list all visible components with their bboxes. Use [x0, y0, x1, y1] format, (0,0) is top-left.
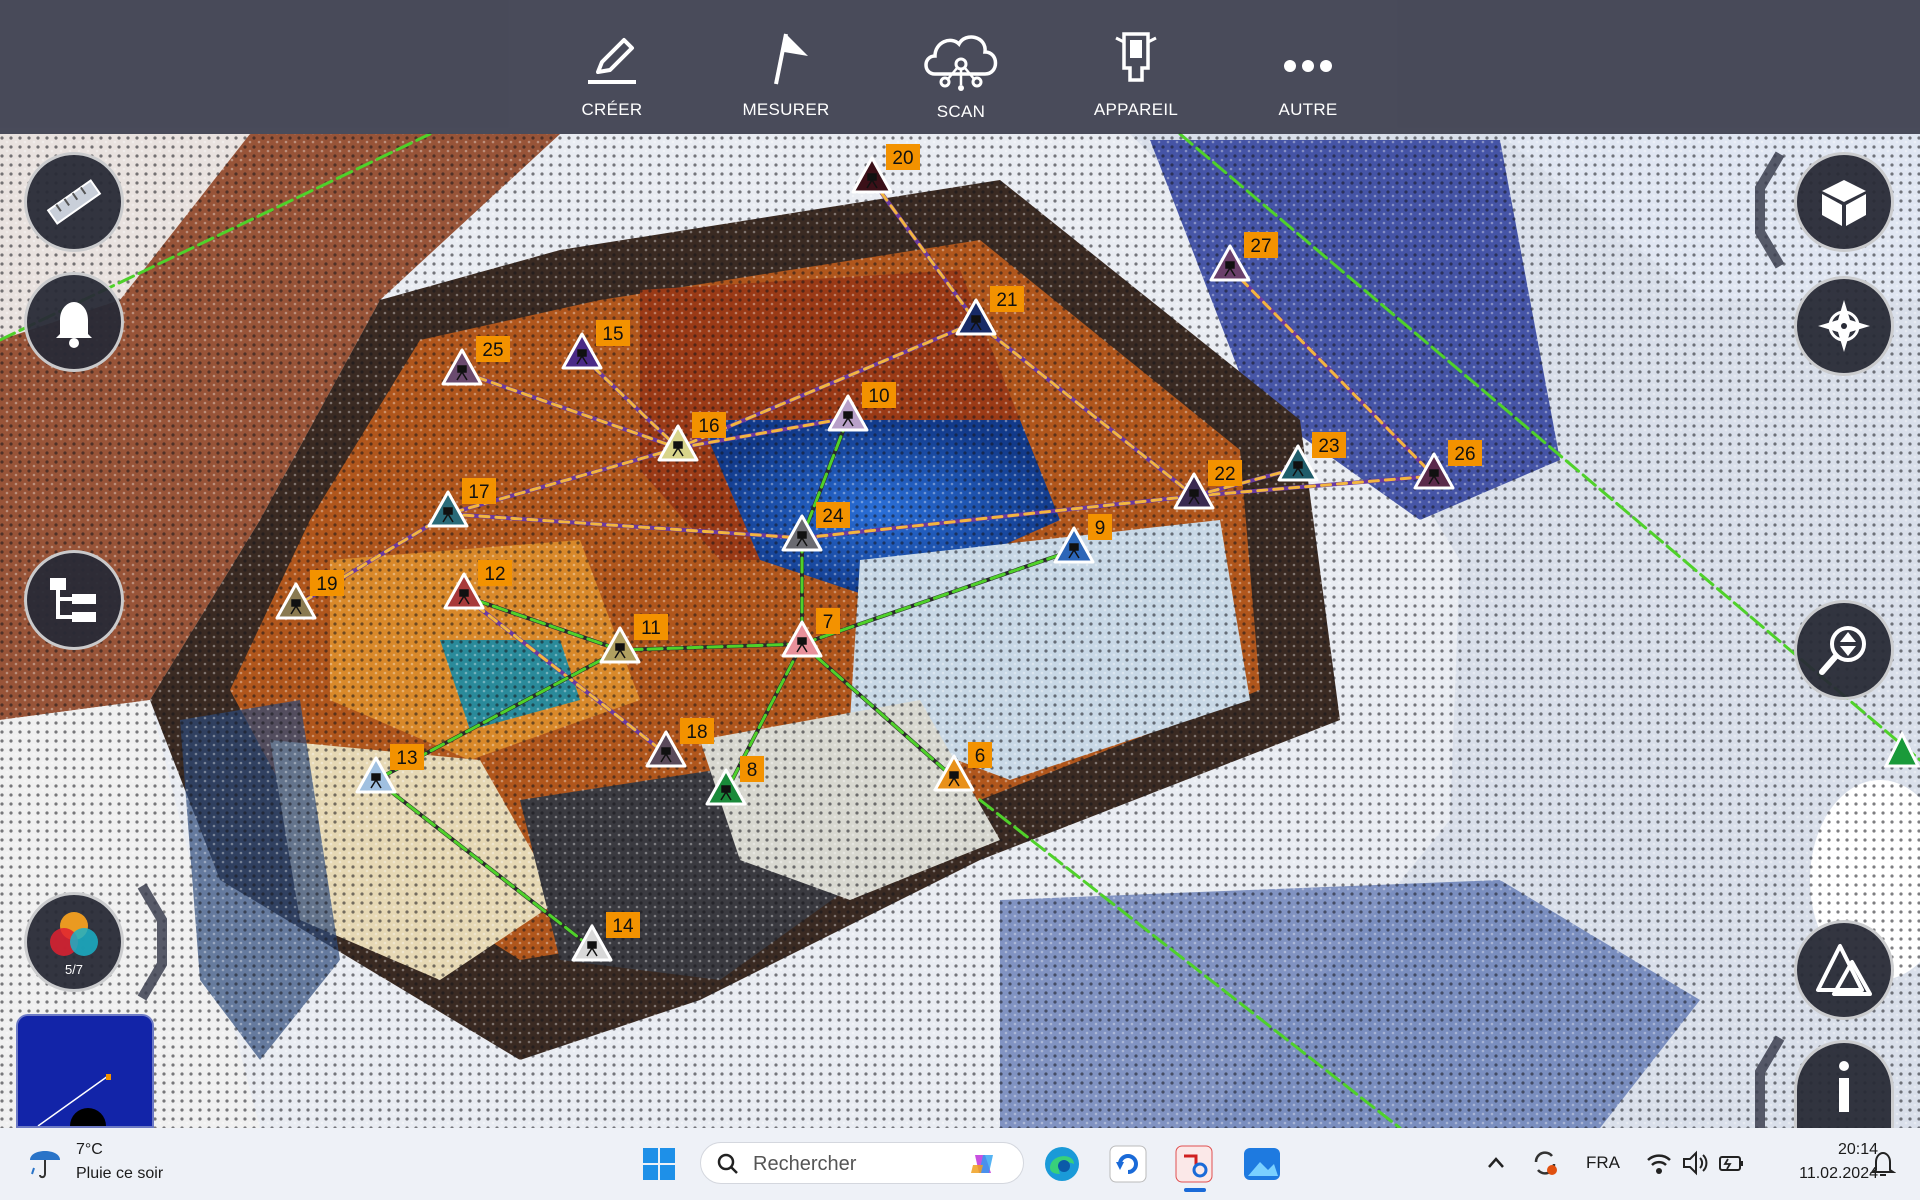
more-dots-icon [1284, 60, 1332, 72]
top-toolbar: CRÉER MESURER SCAN APPAREIL AUTRE [0, 0, 1920, 134]
flag-icon [774, 33, 808, 85]
weather-description[interactable]: Pluie ce soir [76, 1165, 163, 1183]
scan-tree-button[interactable] [24, 550, 124, 650]
create-tool-button[interactable]: CRÉER [537, 20, 687, 130]
weather-umbrella-icon [30, 1151, 60, 1179]
ruler-icon [46, 179, 102, 225]
active-app-indicator [1184, 1188, 1206, 1192]
scan-station-number: 9 [1095, 518, 1106, 539]
magnifier-icon [1819, 626, 1866, 675]
ruler-button[interactable] [24, 152, 124, 252]
scan-station-number: 17 [468, 482, 489, 503]
clock-date[interactable]: 11.02.2024 [1756, 1165, 1878, 1183]
info-icon [1839, 1060, 1849, 1112]
scan-station-number: 27 [1250, 236, 1271, 257]
wifi-icon[interactable] [1646, 1150, 1672, 1176]
notifications-button[interactable] [24, 272, 124, 372]
color-filter-button[interactable]: 5/7 [24, 892, 124, 992]
scan-station-number: 18 [686, 722, 707, 743]
scan-station-number: 21 [996, 290, 1017, 311]
measure-tool-label: MESURER [742, 100, 830, 119]
scan-station-number: 19 [316, 574, 337, 595]
bell-icon [56, 302, 92, 348]
scan-station-number: 25 [482, 340, 503, 361]
scan-station-number: 6 [975, 746, 986, 767]
scan-station-number: 8 [747, 760, 758, 781]
compass-icon [1818, 300, 1870, 352]
more-tool-button[interactable]: AUTRE [1233, 20, 1383, 130]
scan-station-number: 12 [484, 564, 505, 585]
cube-icon [1822, 180, 1866, 226]
create-tool-label: CRÉER [581, 100, 643, 119]
more-tool-label: AUTRE [1278, 100, 1338, 119]
target-triangle-icon [1816, 944, 1872, 996]
photos-app-icon[interactable] [1242, 1144, 1282, 1184]
expand-right-handle-top[interactable] [1750, 148, 1790, 272]
device-tool-label: APPAREIL [1093, 100, 1179, 119]
scan-tool-label: SCAN [936, 102, 986, 121]
scan-station-number: 10 [868, 386, 889, 407]
expand-left-handle[interactable] [132, 880, 172, 1004]
scan-station-number: 7 [823, 612, 834, 633]
scan-station-number: 14 [612, 916, 634, 937]
scan-station-number: 22 [1214, 464, 1235, 485]
scan-station-number: 11 [641, 618, 661, 639]
scan-station-number: 13 [396, 748, 417, 769]
registration-button[interactable] [1794, 920, 1894, 1020]
search-placeholder: Rechercher [753, 1153, 857, 1175]
scan-tool-button[interactable]: SCAN [886, 20, 1036, 130]
sync-app-icon[interactable] [1108, 1144, 1148, 1184]
minimap-thumbnail[interactable] [16, 1014, 154, 1128]
cloud-network-icon [924, 35, 998, 91]
notification-bell-icon[interactable] [1870, 1150, 1896, 1178]
pencil-icon [588, 38, 636, 84]
scan-station-number: 23 [1318, 436, 1339, 457]
scan-station-number: 24 [822, 506, 844, 527]
copilot-icon[interactable] [969, 1151, 999, 1177]
language-indicator[interactable]: FRA [1586, 1153, 1620, 1173]
volume-icon[interactable] [1682, 1150, 1708, 1176]
edge-browser-icon[interactable] [1042, 1144, 1082, 1184]
scan-station-number: 16 [698, 416, 719, 437]
weather-temperature[interactable]: 7°C [76, 1141, 103, 1159]
search-icon [717, 1153, 738, 1174]
view-3d-button[interactable] [1794, 152, 1894, 252]
point-cloud-viewport[interactable]: 20 21 27 15 25 16 10 23 26 22 17 24 9 19 12 11 7 18 13 8 6 14 [0, 0, 1920, 1200]
zoom-search-button[interactable] [1794, 600, 1894, 700]
scan-station-number: 20 [892, 148, 913, 169]
scan-station-number: 15 [602, 324, 623, 345]
scan-software-taskbar-icon[interactable] [1174, 1144, 1214, 1184]
tree-hierarchy-icon [50, 578, 96, 622]
scanner-device-icon [1115, 32, 1157, 82]
clock-time[interactable]: 20:14 [1778, 1141, 1878, 1159]
sync-status-icon[interactable] [1530, 1148, 1560, 1178]
chevron-up-icon[interactable] [1486, 1153, 1506, 1173]
color-filter-count: 5/7 [64, 961, 84, 977]
measure-tool-button[interactable]: MESURER [711, 20, 861, 130]
navigation-button[interactable] [1794, 276, 1894, 376]
color-circles-icon [50, 911, 98, 956]
battery-icon[interactable] [1718, 1150, 1746, 1176]
taskbar-search-input[interactable]: Rechercher [700, 1142, 1024, 1184]
windows-start-icon[interactable] [642, 1147, 676, 1181]
device-tool-button[interactable]: APPAREIL [1061, 20, 1211, 130]
expand-right-handle-bottom[interactable] [1750, 1032, 1790, 1128]
scan-station-number: 26 [1454, 444, 1475, 465]
